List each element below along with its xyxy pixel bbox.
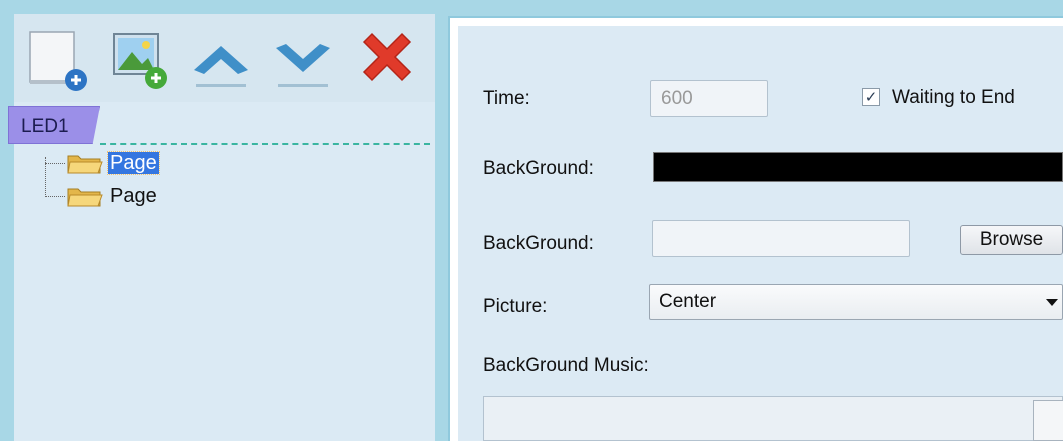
add-picture-button[interactable] [100,20,178,98]
tree-item-page-1[interactable]: Page [66,151,160,175]
picture-select-value: Center [659,291,717,312]
background-image-label: BackGround: [483,233,594,254]
move-up-button[interactable] [182,20,260,98]
background-music-field[interactable] [483,396,1063,441]
background-color-label: BackGround: [483,158,594,179]
tree-item-label: Page [110,185,157,207]
tree-connector-h1 [45,163,65,164]
music-browse-button[interactable] [1033,400,1063,441]
background-image-field[interactable] [652,220,910,257]
delete-button[interactable] [348,20,426,98]
background-music-label: BackGround Music: [483,355,649,376]
led-tab[interactable]: LED1 [8,106,100,144]
tree-item-label: Page [107,151,160,175]
folder-icon [67,155,103,174]
picture-select[interactable]: Center [649,284,1063,320]
add-page-button[interactable] [18,20,96,98]
waiting-to-end-checkbox[interactable]: ✓ [862,88,880,106]
blank-page-plus-icon [29,31,87,91]
chevron-down-icon [276,44,330,87]
chevron-up-icon [194,46,248,87]
tree-item-page-2[interactable]: Page [66,184,159,208]
toolbar [14,14,435,102]
picture-plus-icon [113,33,167,89]
time-label: Time: [483,88,530,109]
browse-button[interactable]: Browse [960,225,1063,255]
background-color-swatch[interactable] [653,152,1063,182]
folder-icon [67,188,103,207]
move-down-button[interactable] [264,20,342,98]
picture-label: Picture: [483,296,548,317]
tree-connector-h2 [45,196,65,197]
time-value: 600 [661,88,693,109]
checkmark-icon: ✓ [864,89,878,106]
red-x-icon [362,32,412,82]
tab-divider [100,143,430,145]
led-tab-label: LED1 [21,116,69,137]
waiting-to-end-label: Waiting to End [892,87,1015,108]
dropdown-arrow-icon [1046,299,1058,306]
time-field[interactable]: 600 [650,80,768,117]
